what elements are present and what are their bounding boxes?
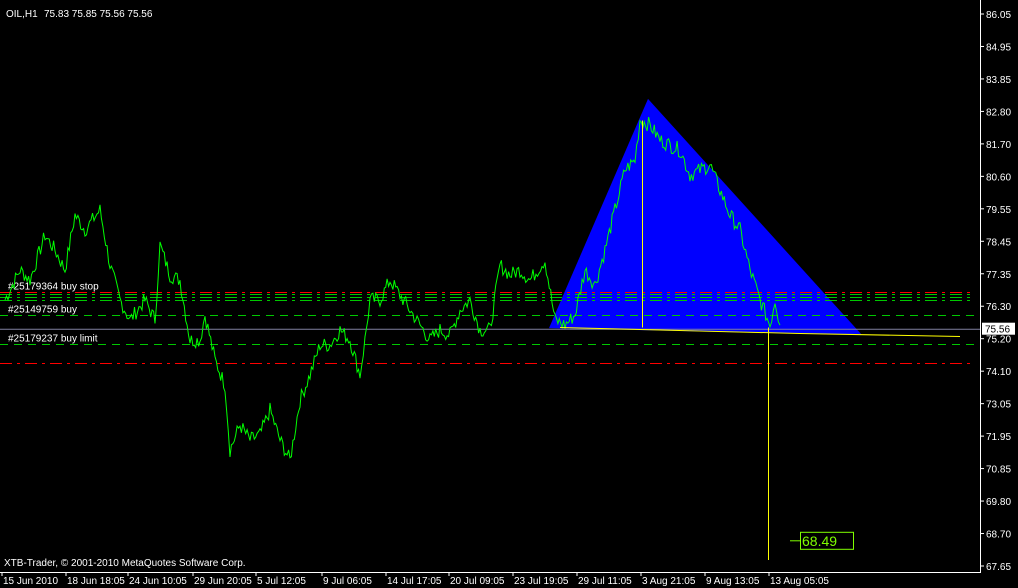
chart-header-symbol: OIL,H1 (6, 9, 38, 20)
price-axis: 86.05 84.95 83.85 82.80 81.70 80.60 79.55 78.45… (980, 10, 1011, 573)
time-tick-label: 20 Jul 09:05 (450, 576, 505, 587)
price-tick-label: 86.05 (986, 10, 1011, 21)
price-tick-label: 76.30 (986, 302, 1011, 313)
time-tick-label: 13 Aug 05:05 (770, 576, 829, 587)
price-tick-label: 70.85 (986, 465, 1011, 476)
price-tick-label: 78.45 (986, 237, 1011, 248)
chart-header-ohlc: 75.83 75.85 75.56 75.56 (44, 9, 153, 20)
price-callout: 68.49 (790, 531, 854, 550)
price-tick-label: 81.70 (986, 140, 1011, 151)
price-tick-label: 84.95 (986, 42, 1011, 53)
price-tick-label: 82.80 (986, 107, 1011, 118)
time-tick-label: 23 Jul 19:05 (514, 576, 569, 587)
time-tick-label: 14 Jul 17:05 (387, 576, 442, 587)
price-callout-label: 68.49 (802, 533, 837, 549)
price-tick-label: 77.35 (986, 270, 1011, 281)
time-tick-label: 29 Jul 11:05 (578, 576, 632, 587)
time-tick-label: 15 Jun 2010 (3, 576, 58, 587)
time-tick-label: 3 Aug 21:05 (642, 576, 696, 587)
triangle-object (549, 98, 862, 336)
price-tick-label: 71.95 (986, 432, 1011, 443)
price-tick-label: 75.20 (986, 335, 1011, 346)
time-tick-label: 9 Aug 13:05 (706, 576, 760, 587)
copyright-text: XTB-Trader, © 2001-2010 MetaQuotes Softw… (4, 558, 246, 569)
current-price-marker: 75.56 (982, 322, 1015, 336)
price-tick-label: 73.05 (986, 400, 1011, 411)
order-line-label: #25149759 buy (8, 305, 77, 316)
time-tick-label: 18 Jun 18:05 (67, 576, 125, 587)
order-line-label: #25179364 buy stop (8, 282, 99, 293)
time-tick-label: 9 Jul 06:05 (323, 576, 372, 587)
price-tick-label: 83.85 (986, 75, 1011, 86)
time-tick-label: 29 Jun 20:05 (194, 576, 252, 587)
price-tick-label: 79.55 (986, 205, 1011, 216)
time-axis: 15 Jun 2010 18 Jun 18:05 24 Jun 10:05 29 Ju… (1, 572, 829, 587)
price-tick-label: 68.70 (986, 530, 1011, 541)
current-price-label: 75.56 (985, 325, 1010, 336)
time-tick-label: 5 Jul 12:05 (257, 576, 306, 587)
order-line-label: #25179237 buy limit (8, 334, 98, 345)
price-tick-label: 67.65 (986, 562, 1011, 573)
price-tick-label: 74.10 (986, 367, 1011, 378)
price-chart[interactable]: #25179364 buy stop #25149759 buy #25179237… (0, 0, 1018, 588)
price-tick-label: 80.60 (986, 172, 1011, 183)
price-tick-label: 69.80 (986, 497, 1011, 508)
time-tick-label: 24 Jun 10:05 (129, 576, 187, 587)
